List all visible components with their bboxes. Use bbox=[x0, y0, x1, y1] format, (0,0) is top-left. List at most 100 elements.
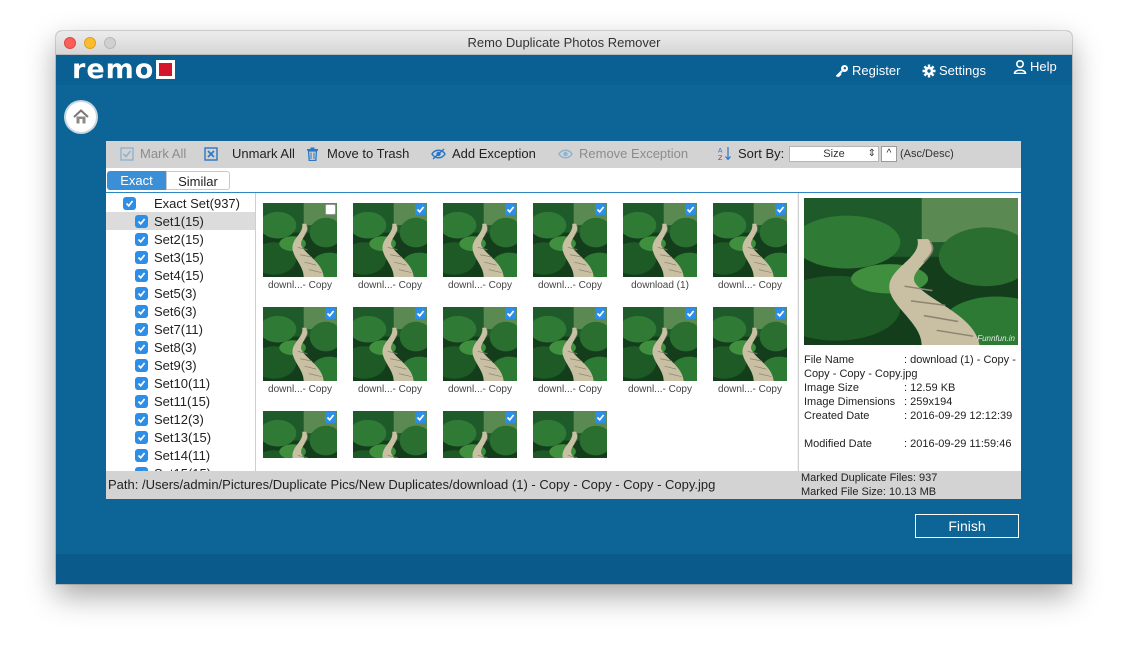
checkbox-checked-icon[interactable] bbox=[135, 322, 148, 336]
checkbox-checked-icon[interactable] bbox=[325, 412, 336, 423]
tree-item[interactable]: Set13(15) bbox=[106, 428, 255, 446]
checkmark-icon bbox=[137, 433, 146, 441]
checkbox-checked-icon[interactable] bbox=[135, 286, 148, 300]
unmark-all-button[interactable]: Unmark All bbox=[204, 146, 295, 161]
thumbnail-item[interactable]: downl...- Copy bbox=[713, 203, 787, 291]
checkbox-checked-icon[interactable] bbox=[595, 204, 606, 215]
checkbox-checked-icon[interactable] bbox=[595, 412, 606, 423]
mark-all-button[interactable]: Mark All bbox=[120, 146, 186, 161]
updown-chevron-icon: ⇕ bbox=[867, 148, 876, 159]
checkbox-checked-icon[interactable] bbox=[415, 204, 426, 215]
thumbnail-item[interactable]: downl...- Copy bbox=[623, 307, 697, 395]
thumbnail-item[interactable]: downl...- Copy bbox=[533, 307, 607, 395]
checkbox-checked-icon[interactable] bbox=[135, 430, 148, 444]
preview-watermark: Funnfun.in bbox=[977, 334, 1015, 343]
checkmark-icon bbox=[137, 415, 146, 423]
close-window-button[interactable] bbox=[64, 37, 76, 49]
thumbnail-item[interactable] bbox=[353, 411, 427, 458]
checkbox-checked-icon[interactable] bbox=[135, 232, 148, 246]
register-link[interactable]: Register bbox=[835, 63, 900, 78]
sort-order-button[interactable]: ^ bbox=[881, 146, 897, 162]
thumbnail-item[interactable]: downl...- Copy bbox=[443, 203, 517, 291]
add-exception-button[interactable]: Add Exception bbox=[431, 146, 536, 161]
tab-similar[interactable]: Similar bbox=[166, 171, 230, 190]
checkbox-checked-icon[interactable] bbox=[505, 412, 516, 423]
checkmark-icon bbox=[596, 206, 605, 214]
checkmark-icon bbox=[506, 206, 515, 214]
tree-item[interactable]: Set15(15) bbox=[106, 464, 255, 471]
tree-item[interactable]: Set4(15) bbox=[106, 266, 255, 284]
marked-file-size: Marked File Size: 10.13 MB bbox=[801, 486, 937, 498]
tree-item[interactable]: Set1(15) bbox=[106, 212, 255, 230]
tree-item[interactable]: Set3(15) bbox=[106, 248, 255, 266]
thumbnail-item[interactable]: download (1) bbox=[623, 203, 697, 291]
user-help-icon bbox=[1013, 59, 1027, 74]
checkbox-checked-icon[interactable] bbox=[135, 448, 148, 462]
tree-item[interactable]: Set10(11) bbox=[106, 374, 255, 392]
checkbox-checked-icon[interactable] bbox=[775, 308, 786, 319]
thumbnail-image bbox=[353, 411, 427, 458]
help-link[interactable]: Help bbox=[1013, 59, 1057, 74]
thumbnail-item[interactable]: downl...- Copy bbox=[443, 307, 517, 395]
checkbox-checked-icon[interactable] bbox=[135, 358, 148, 372]
thumbnail-item[interactable]: downl...- Copy bbox=[353, 307, 427, 395]
checkbox-checked-icon[interactable] bbox=[595, 308, 606, 319]
thumbnail-item[interactable] bbox=[263, 411, 337, 458]
tree-item[interactable]: Set8(3) bbox=[106, 338, 255, 356]
checkbox-checked-icon[interactable] bbox=[135, 376, 148, 390]
checkbox-checked-icon[interactable] bbox=[135, 250, 148, 264]
thumbnail-item[interactable]: downl...- Copy bbox=[263, 307, 337, 395]
checkbox-checked-icon[interactable] bbox=[135, 304, 148, 318]
trash-icon bbox=[307, 147, 318, 161]
tree-item[interactable]: Set14(11) bbox=[106, 446, 255, 464]
checkbox-checked-icon[interactable] bbox=[325, 308, 336, 319]
thumbnail-item[interactable] bbox=[533, 411, 607, 458]
tree-item[interactable]: Set9(3) bbox=[106, 356, 255, 374]
checkbox-checked-icon[interactable] bbox=[135, 214, 148, 228]
tree-item[interactable]: Set12(3) bbox=[106, 410, 255, 428]
tree-item[interactable]: Set11(15) bbox=[106, 392, 255, 410]
thumbnail-image bbox=[353, 307, 427, 381]
checkbox-checked-icon[interactable] bbox=[135, 268, 148, 282]
tree-item[interactable]: Set5(3) bbox=[106, 284, 255, 302]
checkbox-checked-icon[interactable] bbox=[505, 308, 516, 319]
checkmark-icon bbox=[596, 414, 605, 422]
tree-item-label: Set13(15) bbox=[154, 429, 212, 445]
checkbox-checked-icon[interactable] bbox=[415, 412, 426, 423]
checkbox-checked-icon[interactable] bbox=[505, 204, 516, 215]
thumbnail-item[interactable]: downl...- Copy bbox=[533, 203, 607, 291]
checkbox-unchecked-icon[interactable] bbox=[325, 204, 336, 215]
tree-item-label: Set2(15) bbox=[154, 231, 204, 247]
tree-item[interactable]: Set2(15) bbox=[106, 230, 255, 248]
checkbox-checked-icon[interactable] bbox=[135, 394, 148, 408]
set-tree: Exact Set(937) Set1(15) Set2(15) Set3(15) Se… bbox=[106, 193, 256, 471]
remove-exception-button[interactable]: Remove Exception bbox=[558, 146, 688, 161]
move-to-trash-button[interactable]: Move to Trash bbox=[306, 146, 409, 161]
tab-exact[interactable]: Exact bbox=[107, 171, 166, 190]
checkbox-checked-icon[interactable] bbox=[415, 308, 426, 319]
gear-icon bbox=[922, 64, 936, 77]
tree-item[interactable]: Set7(11) bbox=[106, 320, 255, 338]
tree-item-label: Set12(3) bbox=[154, 411, 204, 427]
home-button[interactable] bbox=[66, 102, 96, 132]
checkbox-checked-icon[interactable] bbox=[775, 204, 786, 215]
thumbnail-item[interactable]: downl...- Copy bbox=[263, 203, 337, 291]
finish-button[interactable]: Finish bbox=[915, 514, 1019, 538]
thumbnail-item[interactable]: downl...- Copy bbox=[353, 203, 427, 291]
tree-item[interactable]: Set6(3) bbox=[106, 302, 255, 320]
tree-root-exact-set[interactable]: Exact Set(937) bbox=[106, 194, 255, 212]
thumbnail-item[interactable] bbox=[443, 411, 517, 458]
thumbnail-item[interactable]: downl...- Copy bbox=[713, 307, 787, 395]
checkbox-checked-icon[interactable] bbox=[135, 340, 148, 354]
checkbox-checked-icon[interactable] bbox=[685, 308, 696, 319]
checkbox-checked-icon[interactable] bbox=[123, 196, 136, 210]
settings-link[interactable]: Settings bbox=[922, 63, 986, 78]
zoom-window-button[interactable] bbox=[104, 37, 116, 49]
thumbnail-image bbox=[623, 203, 697, 277]
checkbox-checked-icon[interactable] bbox=[135, 412, 148, 426]
settings-label: Settings bbox=[939, 63, 986, 78]
sort-by-select[interactable]: Size ⇕ bbox=[789, 146, 879, 162]
logo-square-icon bbox=[156, 60, 176, 79]
checkbox-checked-icon[interactable] bbox=[685, 204, 696, 215]
minimize-window-button[interactable] bbox=[84, 37, 96, 49]
